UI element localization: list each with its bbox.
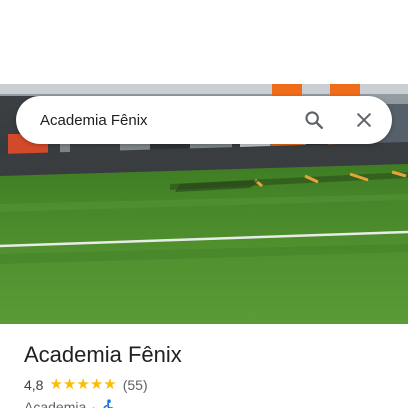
place-category: Academia bbox=[24, 399, 87, 408]
search-button[interactable] bbox=[292, 98, 336, 142]
star-icon: ★ bbox=[62, 376, 77, 393]
star-icon: ★ bbox=[49, 376, 63, 393]
rating-value: 4,8 bbox=[24, 377, 44, 393]
rating-row[interactable]: 4,8 ★ ★ ★ ★ ★ (55) bbox=[24, 376, 394, 394]
star-icon: ★ bbox=[89, 376, 104, 393]
search-icon bbox=[305, 111, 323, 129]
clear-search-button[interactable] bbox=[342, 98, 386, 142]
search-bar bbox=[16, 96, 392, 144]
review-count[interactable]: (55) bbox=[123, 376, 148, 394]
close-icon bbox=[357, 113, 371, 127]
place-title: Academia Fênix bbox=[24, 342, 182, 367]
place-page: Academia Fênix 4,8 ★★★★★ (55) Academia · bbox=[0, 0, 408, 408]
category-row: Academia · bbox=[24, 398, 394, 408]
search-input[interactable] bbox=[16, 96, 292, 144]
rating-stars: ★ ★ ★ ★ ★ bbox=[49, 376, 116, 394]
star-icon: ★ bbox=[103, 376, 117, 393]
star-icon: ★ bbox=[76, 376, 90, 393]
place-info-panel: Academia Fênix 4,8 ★ ★ ★ ★ ★ (55) Academia · bbox=[24, 340, 394, 408]
separator: · bbox=[91, 399, 96, 408]
wheelchair-icon bbox=[103, 399, 113, 408]
